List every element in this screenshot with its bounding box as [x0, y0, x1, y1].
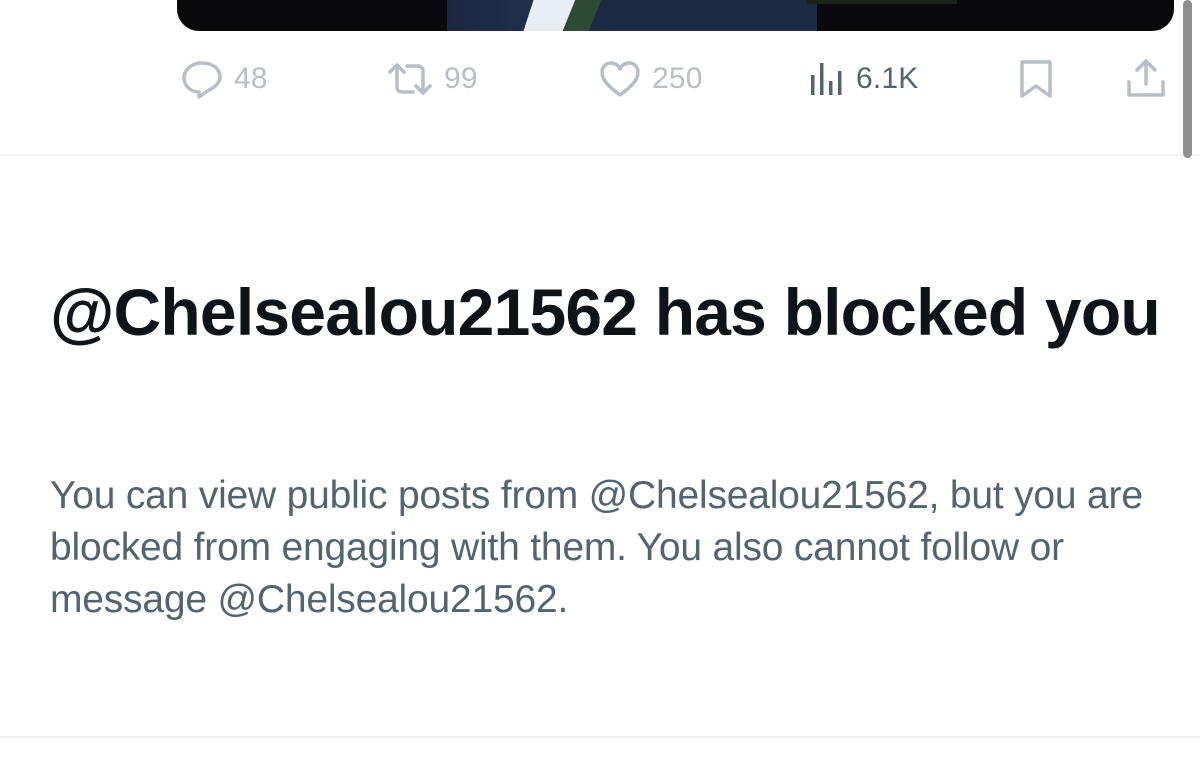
repost-icon — [386, 59, 434, 99]
bookmark-icon — [1016, 58, 1056, 100]
scrollbar[interactable] — [1183, 0, 1192, 158]
reply-button[interactable]: 48 — [180, 56, 268, 102]
share-icon — [1124, 58, 1168, 100]
post-divider — [0, 154, 1200, 156]
share-button[interactable] — [1124, 56, 1168, 102]
post-media-image[interactable] — [177, 0, 1174, 31]
repost-count: 99 — [444, 62, 478, 95]
views-count: 6.1K — [856, 62, 919, 95]
blocked-notice-title: @Chelsealou21562 has blocked you — [50, 275, 1161, 349]
repost-button[interactable]: 99 — [386, 56, 478, 102]
post-action-bar: 48 99 250 6.1K — [0, 56, 1200, 106]
media-figure-jacket-right — [607, 0, 817, 31]
section-divider — [0, 736, 1200, 738]
like-count: 250 — [652, 62, 703, 95]
bookmark-button[interactable] — [1016, 56, 1056, 102]
blocked-notice-description: You can view public posts from @Chelseal… — [50, 474, 1143, 621]
reply-bubble-icon — [180, 59, 224, 99]
reply-count: 48 — [234, 62, 268, 95]
heart-icon — [598, 59, 642, 99]
media-foliage — [807, 0, 957, 4]
post-page: 48 99 250 6.1K @Chelsealou21562 has bloc… — [0, 0, 1200, 760]
views-chart-icon — [808, 59, 846, 99]
like-button[interactable]: 250 — [598, 56, 703, 102]
views-button[interactable]: 6.1K — [808, 56, 919, 102]
